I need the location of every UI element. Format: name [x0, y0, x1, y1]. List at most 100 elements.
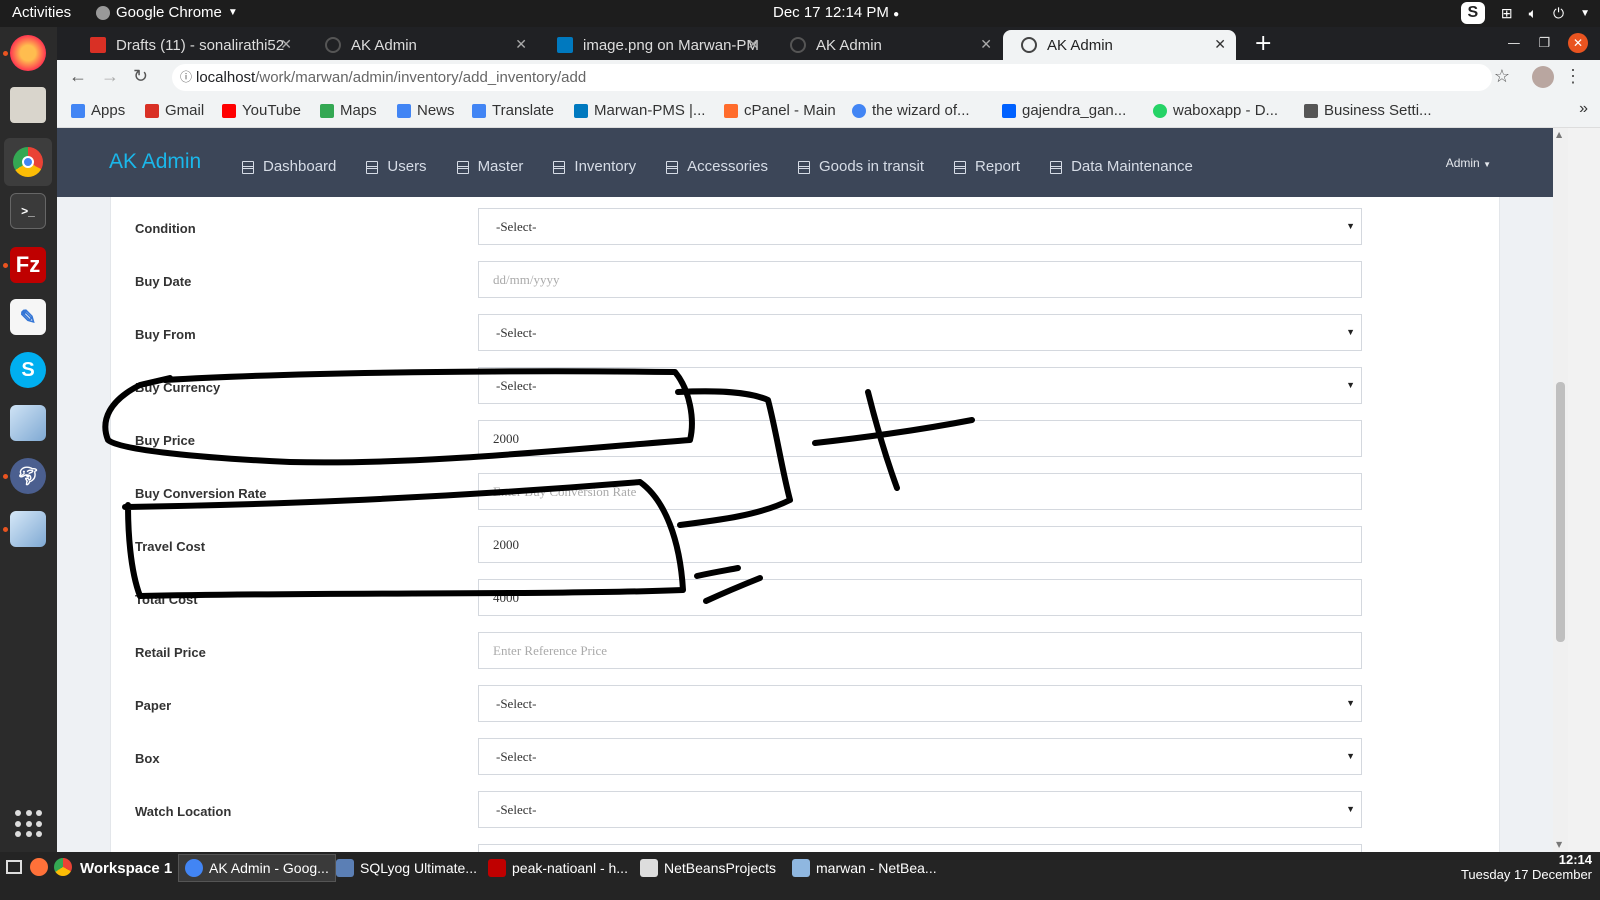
taskbar-clock[interactable]: 12:14 Tuesday 17 December	[1461, 852, 1592, 882]
nav-dashboard[interactable]: Dashboard	[241, 158, 336, 175]
gmail-favicon-icon	[90, 37, 106, 53]
workspace-label[interactable]: Workspace 1	[80, 860, 172, 877]
profile-avatar[interactable]	[1532, 66, 1554, 88]
notes-input[interactable]: Enter Notes	[478, 844, 1362, 852]
skype-tray-icon[interactable]: S	[1460, 2, 1485, 24]
bookmark-gajendra[interactable]: gajendra_gan...	[1002, 102, 1126, 119]
forward-arrow-icon[interactable]: →	[101, 66, 119, 87]
layers-icon	[241, 161, 255, 173]
maps-icon	[320, 103, 334, 118]
close-window-icon[interactable]: ✕	[1568, 33, 1588, 53]
back-arrow-icon[interactable]: ←	[69, 66, 87, 87]
close-tab-icon[interactable]: ✕	[1214, 36, 1226, 53]
tab-ak-admin-1[interactable]: AK Admin ✕	[307, 30, 537, 60]
tab-ak-admin-2[interactable]: AK Admin ✕	[772, 30, 1002, 60]
chrome-icon[interactable]	[54, 858, 72, 876]
address-bar[interactable]: ⓘ localhost/work/marwan/admin/inventory/…	[172, 64, 1492, 91]
bookmarks-bar: Apps Gmail YouTube Maps News Translate M…	[57, 94, 1600, 128]
close-tab-icon[interactable]: ✕	[980, 36, 992, 53]
page-scrollbar[interactable]: ▲ ▼	[1553, 128, 1568, 852]
translate-icon	[472, 103, 486, 118]
ubuntu-dock: >_ Fz ✎ S 🐬︎	[0, 27, 57, 873]
bookmark-business-settings[interactable]: Business Setti...	[1304, 102, 1432, 119]
running-indicator	[3, 527, 8, 532]
taskbar-item-chrome[interactable]: AK Admin - Goog...	[178, 854, 336, 882]
taskbar-item-files[interactable]: NetBeansProjects	[634, 854, 782, 882]
chrome-menu-icon[interactable]: ⋮	[1564, 66, 1582, 87]
main-menu: Dashboard Users Master Inventory Accesso…	[241, 158, 1222, 175]
virtualbox-icon[interactable]	[10, 405, 46, 441]
form-row-condition: Condition -Select- ▼	[111, 197, 1501, 245]
terminal-icon[interactable]: >_	[10, 193, 46, 229]
bottom-taskbar: Workspace 1 AK Admin - Goog... SQLyog Ul…	[0, 852, 1600, 900]
layers-icon	[797, 161, 811, 173]
close-tab-icon[interactable]: ✕	[515, 36, 527, 53]
new-tab-button[interactable]: +	[1254, 31, 1272, 56]
taskbar-item-filezilla[interactable]: peak-natioanl - h...	[482, 854, 634, 882]
bookmark-wizard[interactable]: the wizard of...	[852, 102, 970, 119]
scrollbar-thumb[interactable]	[1556, 382, 1565, 642]
form-row-buy-conversion-rate: Buy Conversion Rate Enter Buy Conversion …	[111, 440, 1501, 510]
app-navbar: AK Admin Dashboard Users Master Inventor…	[57, 128, 1553, 197]
close-tab-icon[interactable]: ✕	[747, 36, 759, 53]
brand-logo[interactable]: AK Admin	[109, 150, 201, 174]
nav-data-maintenance[interactable]: Data Maintenance	[1049, 158, 1193, 175]
form-row-paper: Paper -Select- ▼	[111, 652, 1501, 722]
netbeans-icon	[792, 859, 810, 877]
bookmark-apps[interactable]: Apps	[71, 102, 125, 119]
activities-button[interactable]: Activities	[12, 4, 71, 21]
google-icon	[852, 103, 866, 118]
bookmark-waboxapp[interactable]: waboxapp - D...	[1153, 102, 1278, 119]
nav-goods-in-transit[interactable]: Goods in transit	[797, 158, 924, 175]
minimize-icon[interactable]: —	[1507, 36, 1520, 51]
close-tab-icon[interactable]: ✕	[280, 36, 292, 53]
bookmark-youtube[interactable]: YouTube	[222, 102, 301, 119]
firefox-icon[interactable]	[10, 35, 46, 71]
nav-users[interactable]: Users	[365, 158, 426, 175]
sqlyog-icon[interactable]: 🐬︎	[10, 458, 46, 494]
filezilla-icon[interactable]: Fz	[10, 247, 46, 283]
nav-inventory[interactable]: Inventory	[552, 158, 636, 175]
tab-title: Drafts (11) - sonalirathi52	[116, 36, 285, 54]
bookmark-news[interactable]: News	[397, 102, 455, 119]
chrome-icon[interactable]	[4, 138, 52, 186]
taskbar-item-sqlyog[interactable]: SQLyog Ultimate...	[330, 854, 483, 882]
tab-image-png[interactable]: image.png on Marwan-PM ✕	[539, 30, 769, 60]
skype-icon[interactable]: S	[10, 352, 46, 388]
maximize-icon[interactable]: ❐	[1538, 36, 1550, 51]
taskbar-item-netbeans[interactable]: marwan - NetBea...	[786, 854, 943, 882]
bookmark-star-icon[interactable]: ☆	[1494, 66, 1510, 87]
nav-report[interactable]: Report	[953, 158, 1020, 175]
waboxapp-icon	[1153, 103, 1167, 118]
bookmark-gmail[interactable]: Gmail	[145, 102, 204, 119]
bookmark-translate[interactable]: Translate	[472, 102, 554, 119]
show-desktop-icon[interactable]	[6, 860, 22, 874]
scroll-down-icon[interactable]: ▼	[1556, 840, 1562, 849]
reload-icon[interactable]: ↻	[133, 66, 148, 87]
files-icon[interactable]	[10, 87, 46, 123]
tab-gmail-drafts[interactable]: Drafts (11) - sonalirathi52 ✕	[72, 30, 302, 60]
bookmark-maps[interactable]: Maps	[320, 102, 377, 119]
firefox-icon[interactable]	[30, 858, 48, 876]
bookmark-cpanel[interactable]: cPanel - Main	[724, 102, 836, 119]
bookmark-marwan-pms[interactable]: Marwan-PMS |...	[574, 102, 705, 119]
app-menu[interactable]: Google Chrome ▼	[96, 4, 238, 21]
system-clock[interactable]: Dec 17 12:14 PM ●	[773, 4, 899, 21]
nav-master[interactable]: Master	[456, 158, 524, 175]
apps-grid-icon	[71, 103, 85, 118]
app-menu-label: Google Chrome	[116, 4, 222, 21]
tab-ak-admin-active[interactable]: AK Admin ✕	[1003, 30, 1236, 60]
more-bookmarks-icon[interactable]: »	[1579, 100, 1588, 118]
page-icon	[1304, 103, 1318, 118]
admin-user-menu[interactable]: Admin ▼	[1446, 156, 1491, 170]
netbeans-icon[interactable]	[10, 511, 46, 547]
filezilla-icon	[488, 859, 506, 877]
system-tray[interactable]: S ⊞ 🔈︎ ⏻ ▼	[1460, 2, 1590, 24]
nav-accessories[interactable]: Accessories	[665, 158, 768, 175]
show-applications-icon[interactable]	[15, 810, 43, 838]
info-icon[interactable]: ⓘ	[180, 64, 192, 91]
gmail-icon	[145, 103, 159, 118]
scroll-up-icon[interactable]: ▲	[1556, 130, 1562, 139]
folder-icon	[640, 859, 658, 877]
text-editor-icon[interactable]: ✎	[10, 299, 46, 335]
